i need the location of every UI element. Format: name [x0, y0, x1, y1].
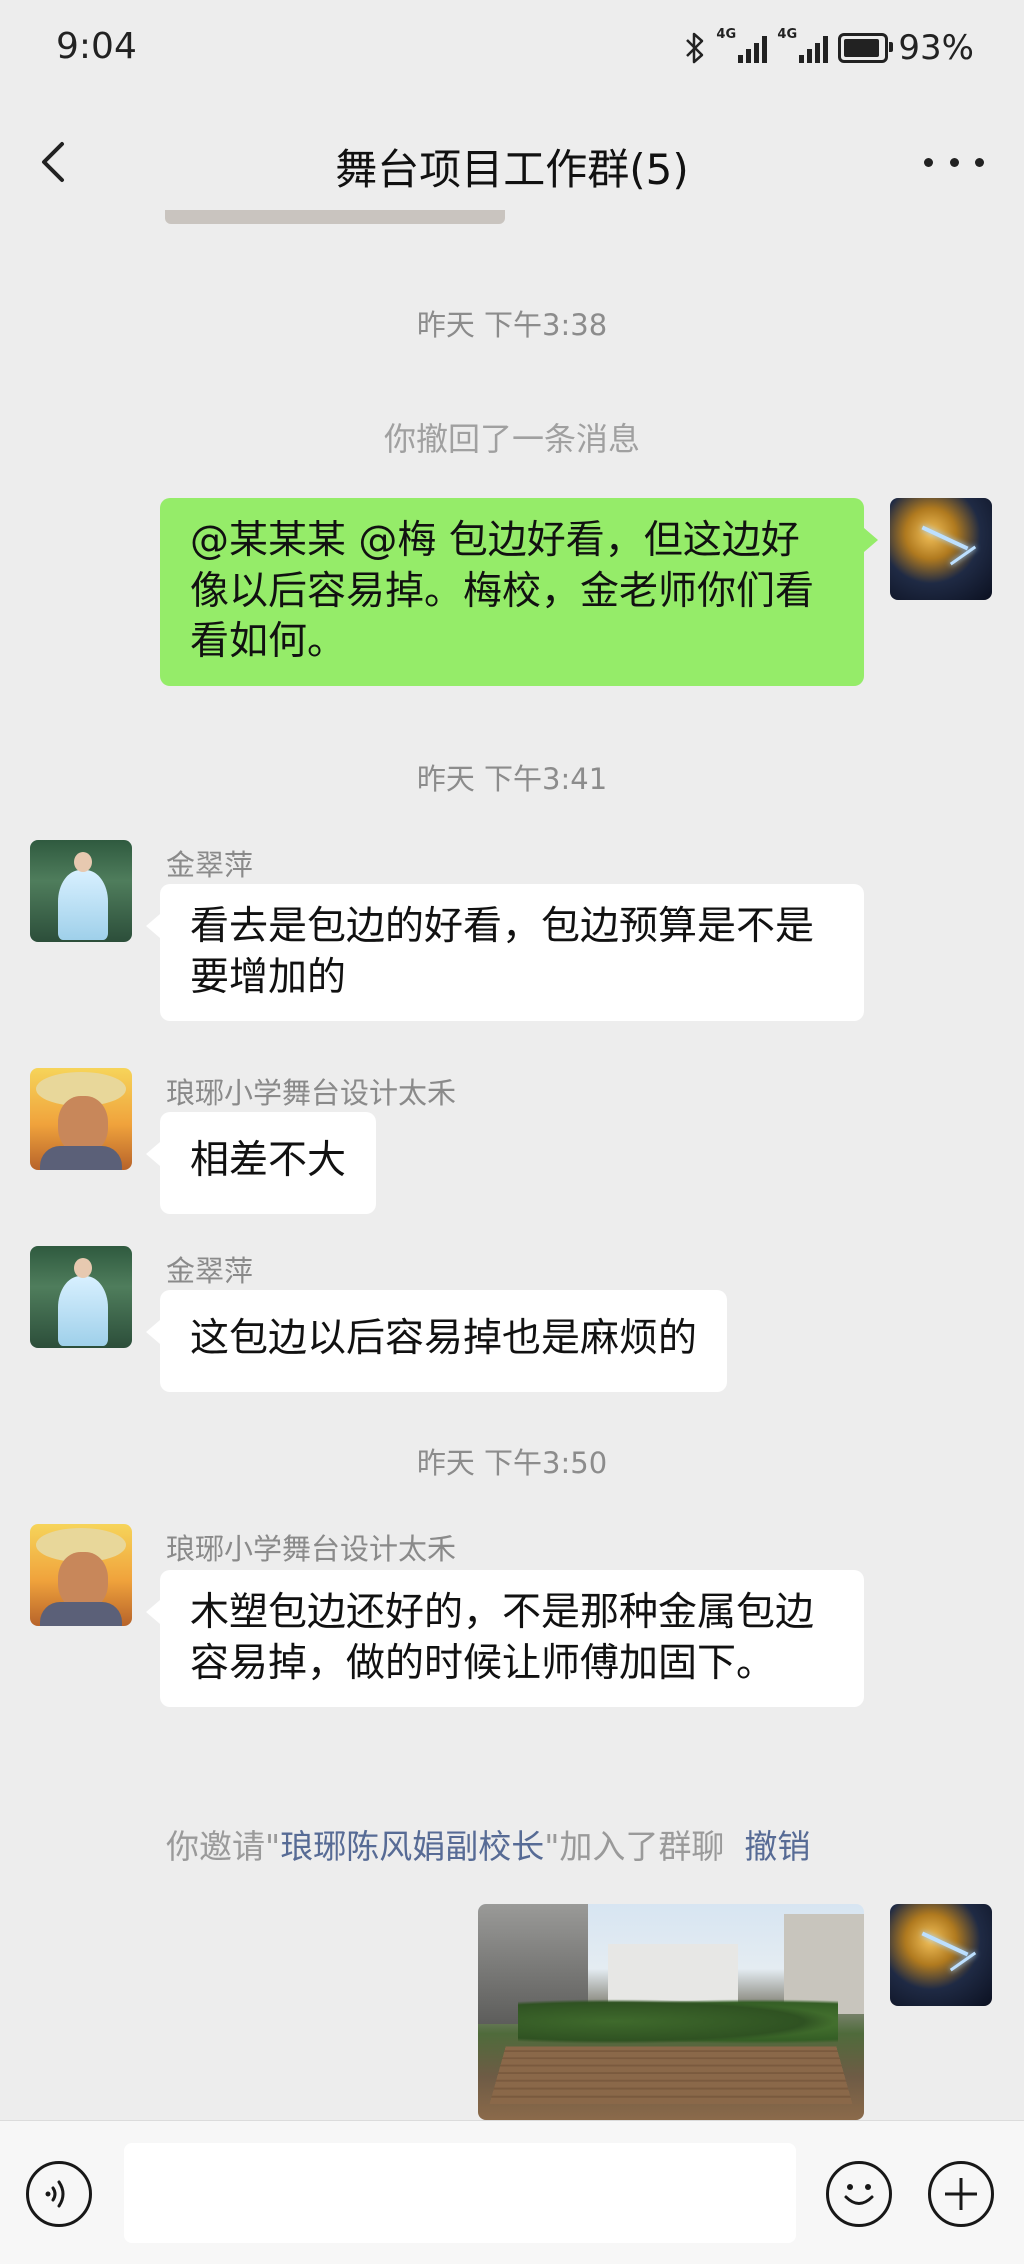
invitee-name-link[interactable]: 琅琊陈风娟副校长: [280, 1827, 544, 1866]
message-bubble-incoming[interactable]: 相差不大: [145, 1112, 377, 1214]
avatar-jin-cuiping[interactable]: [30, 1246, 132, 1348]
message-bubble-incoming[interactable]: 木塑包边还好的，不是那种金属包边容易掉，做的时候让师傅加固下。: [146, 1570, 864, 1708]
undo-invite-link[interactable]: 撤销: [744, 1827, 810, 1866]
message-bubble-incoming[interactable]: 这包边以后容易掉也是麻烦的: [145, 1290, 728, 1392]
invite-prefix: 你邀请": [166, 1827, 281, 1866]
timestamp: 昨天 下午3:50: [416, 1446, 608, 1480]
signal-icon-2: 4G: [777, 27, 829, 63]
status-bar: 9:04 4G 4G 93%: [0, 0, 1024, 100]
network-type-2: 4G: [777, 27, 798, 42]
battery-percent: 93%: [898, 28, 974, 68]
input-bar: [0, 2120, 1024, 2264]
message-bubble-outgoing[interactable]: @某某某 @梅 包边好看，但这边好像以后容易掉。梅校，金老师你们看看如何。: [160, 498, 878, 687]
sender-name: 琅琊小学舞台设计太禾: [166, 1532, 457, 1566]
more-dots-icon[interactable]: [924, 140, 984, 184]
nav-bar: 舞台项目工作群(5): [0, 100, 1024, 224]
battery-icon: [838, 33, 894, 63]
invite-suffix: "加入了群聊: [544, 1827, 725, 1866]
message-input[interactable]: [124, 2143, 796, 2243]
signal-icon-1: 4G: [716, 27, 768, 63]
invite-notice: 你邀请"琅琊陈风娟副校长"加入了群聊 撤销: [166, 1820, 810, 1868]
recall-notice: 你撤回了一条消息: [383, 420, 640, 458]
chat-title: 舞台项目工作群(5): [335, 145, 689, 194]
network-type-1: 4G: [716, 27, 737, 42]
avatar-taihe[interactable]: [30, 1524, 132, 1626]
avatar-self[interactable]: [890, 1904, 992, 2006]
bluetooth-icon: [686, 32, 704, 64]
timestamp: 昨天 下午3:38: [416, 308, 608, 342]
voice-icon[interactable]: [26, 2161, 92, 2227]
message-bubble-incoming[interactable]: 看去是包边的好看，包边预算是不是要增加的: [146, 884, 864, 1022]
battery-fill: [844, 39, 880, 57]
sender-name: 金翠萍: [166, 1254, 254, 1288]
status-icons: 4G 4G 93%: [684, 27, 974, 68]
timestamp: 昨天 下午3:41: [416, 762, 608, 796]
status-time: 9:04: [56, 26, 137, 67]
avatar-jin-cuiping[interactable]: [30, 840, 132, 942]
plus-icon[interactable]: [928, 2161, 994, 2227]
avatar-self[interactable]: [890, 498, 992, 600]
image-message[interactable]: [478, 1904, 864, 2120]
avatar-taihe[interactable]: [30, 1068, 132, 1170]
chat-screen: 9:04 4G 4G 93% 舞台项目工作群(5) 昨天 下午3:38 你撤回了…: [0, 0, 1024, 2264]
sender-name: 金翠萍: [166, 848, 254, 882]
sender-name: 琅琊小学舞台设计太禾: [166, 1076, 457, 1110]
previous-image-edge[interactable]: [165, 210, 505, 224]
emoji-icon[interactable]: [826, 2161, 892, 2227]
